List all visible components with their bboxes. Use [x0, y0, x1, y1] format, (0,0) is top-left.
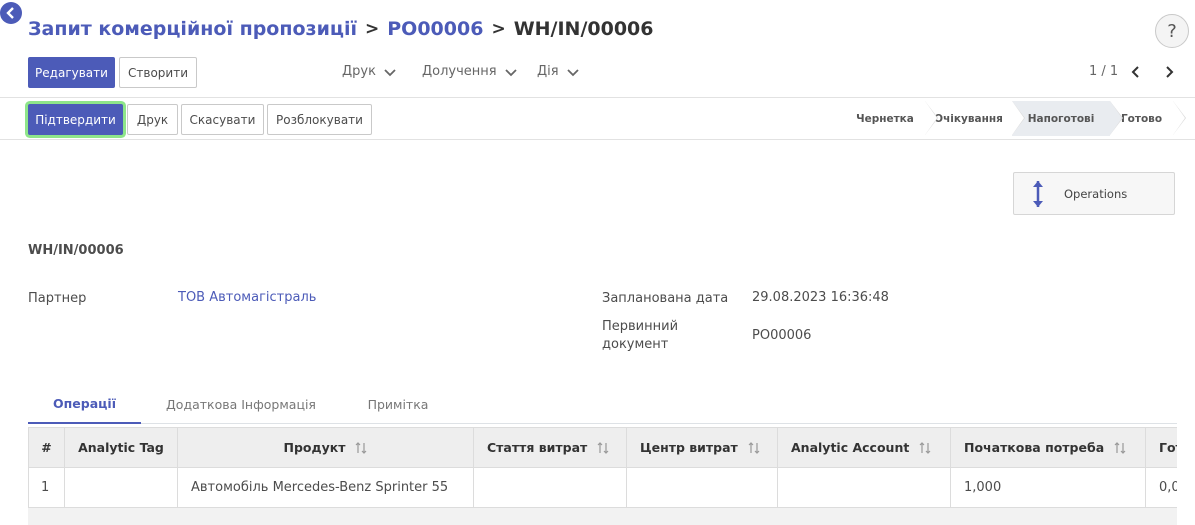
print-menu-label: Друк — [342, 64, 376, 79]
pager-value[interactable]: 1 / 1 — [1089, 64, 1118, 79]
operations-smart-button[interactable]: Operations — [1013, 172, 1175, 215]
column-header-number: # — [28, 428, 65, 467]
column-header-cost-center[interactable]: Центр витрат — [627, 428, 778, 467]
chevron-down-icon — [384, 68, 396, 76]
cell-done[interactable]: 0,0 — [1146, 468, 1177, 507]
source-document-label-line2: документ — [602, 337, 669, 352]
source-document-value: PO00006 — [752, 328, 812, 343]
arrows-vertical-icon — [1033, 180, 1043, 207]
column-header-cost-item[interactable]: Стаття витрат — [474, 428, 627, 467]
pager-previous-button[interactable] — [1129, 64, 1143, 80]
tab-operations[interactable]: Операції — [28, 384, 141, 424]
column-header-analytic-tag[interactable]: Analytic Tag — [65, 428, 178, 467]
cell-analytic-tag[interactable] — [65, 468, 178, 507]
chevron-left-icon — [1131, 66, 1139, 78]
column-header-analytic-account-label: Analytic Account — [791, 440, 910, 455]
tab-note[interactable]: Примітка — [341, 384, 455, 424]
attachments-menu-label: Долучення — [422, 64, 497, 79]
cell-cost-item[interactable] — [474, 468, 627, 507]
column-header-number-label: # — [41, 440, 52, 455]
chevron-left-icon — [6, 7, 14, 19]
chevron-down-icon — [504, 68, 517, 76]
breadcrumb-separator: > — [365, 19, 380, 39]
pager-next-button[interactable] — [1162, 64, 1176, 80]
tab-additional-info[interactable]: Додаткова Інформація — [141, 384, 341, 424]
column-header-analytic-account[interactable]: Analytic Account — [778, 428, 951, 467]
action-menu-label: Дія — [537, 64, 559, 79]
status-bar: Чернетка Очікування Напоготові Готово — [845, 101, 1186, 136]
partner-link[interactable]: ТОВ Автомагістраль — [178, 289, 316, 307]
back-button[interactable] — [0, 2, 22, 24]
create-button[interactable]: Створити — [119, 57, 197, 88]
column-header-product-label: Продукт — [283, 440, 346, 455]
record-name: WH/IN/00006 — [28, 243, 124, 258]
breadcrumb: Запит комерційної пропозиції > PO00006 >… — [28, 18, 654, 40]
column-header-cost-center-label: Центр витрат — [640, 440, 738, 455]
cell-number: 1 — [28, 468, 65, 507]
table-row[interactable]: 1 Автомобіль Mercedes-Benz Sprinter 55 1… — [28, 468, 1177, 508]
unlock-button[interactable]: Розблокувати — [267, 104, 372, 135]
chevron-right-icon — [1166, 66, 1174, 78]
column-header-cost-item-label: Стаття витрат — [487, 440, 588, 455]
cell-product[interactable]: Автомобіль Mercedes-Benz Sprinter 55 — [178, 468, 474, 507]
cell-cost-center[interactable] — [627, 468, 778, 507]
source-document-label-line1: Первинний — [602, 319, 679, 334]
source-document-label: Первинний документ — [602, 318, 678, 354]
breadcrumb-current: WH/IN/00006 — [513, 18, 654, 40]
scheduled-date-label: Запланована дата — [602, 291, 729, 306]
stage-ready: Напоготові — [1012, 101, 1123, 136]
sort-icon — [1114, 441, 1126, 454]
breadcrumb-separator: > — [491, 19, 506, 39]
sort-icon — [356, 441, 367, 454]
sort-icon — [597, 441, 609, 454]
header-divider — [0, 139, 1195, 140]
sort-icon — [748, 441, 760, 454]
confirm-button[interactable]: Підтвердити — [28, 104, 123, 135]
breadcrumb-item-po[interactable]: PO00006 — [387, 18, 483, 40]
control-panel-divider — [0, 97, 1195, 98]
print-menu[interactable]: Друк — [342, 64, 396, 79]
table-header: # Analytic Tag Продукт Стаття витрат Цен… — [28, 427, 1177, 468]
help-button[interactable]: ? — [1155, 14, 1189, 48]
partner-label: Партнер — [28, 291, 87, 306]
column-header-analytic-tag-label: Analytic Tag — [78, 440, 164, 455]
notebook-tabs: Операції Додаткова Інформація Примітка — [28, 384, 1177, 424]
attachments-menu[interactable]: Долучення — [422, 64, 517, 79]
column-header-initial-demand-label: Початкова потреба — [964, 440, 1105, 455]
sort-icon — [919, 441, 931, 454]
cancel-button[interactable]: Скасувати — [181, 104, 264, 135]
column-header-done[interactable]: Гот — [1146, 428, 1177, 467]
column-header-initial-demand[interactable]: Початкова потреба — [951, 428, 1146, 467]
table-footer — [28, 508, 1177, 525]
column-header-done-label: Гот — [1159, 440, 1177, 455]
cell-analytic-account[interactable] — [778, 468, 951, 507]
cell-initial-demand[interactable]: 1,000 — [951, 468, 1146, 507]
stage-waiting: Очікування — [925, 101, 1025, 136]
operations-table: # Analytic Tag Продукт Стаття витрат Цен… — [28, 427, 1177, 525]
chevron-down-icon — [566, 68, 579, 76]
breadcrumb-item-rfq[interactable]: Запит комерційної пропозиції — [28, 18, 357, 40]
scheduled-date-value: 29.08.2023 16:36:48 — [752, 290, 889, 305]
stage-draft: Чернетка — [845, 101, 938, 136]
action-menu[interactable]: Дія — [537, 64, 579, 79]
operations-label: Operations — [1064, 186, 1128, 201]
edit-button[interactable]: Редагувати — [28, 57, 115, 88]
column-header-product[interactable]: Продукт — [178, 428, 474, 467]
print-button[interactable]: Друк — [127, 104, 178, 135]
